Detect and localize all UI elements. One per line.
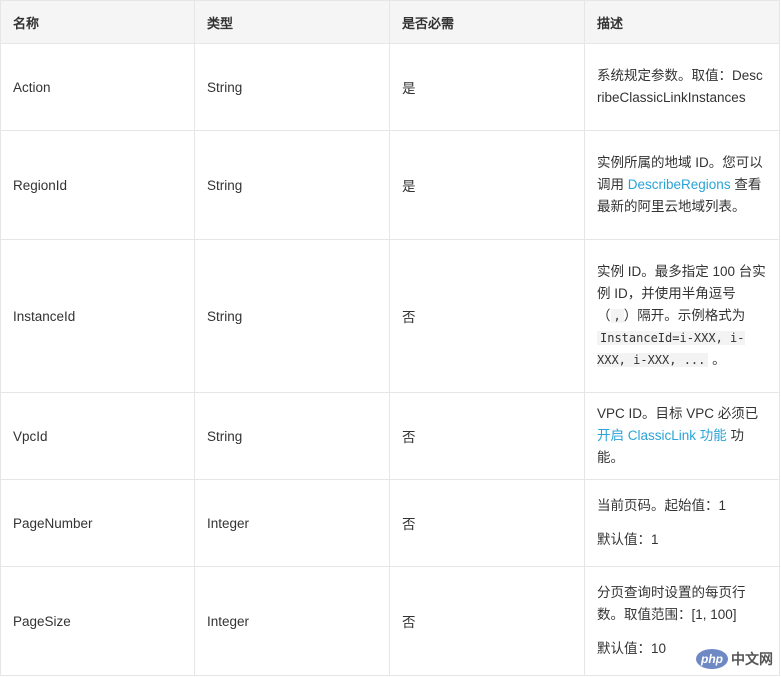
description-text: 分页查询时设置的每页行数。取值范围：[1, 100] xyxy=(597,585,746,622)
description-text: 系统规定参数。取值：DescribeClassicLinkInstances xyxy=(597,68,763,105)
param-type: Integer xyxy=(194,566,390,676)
param-name: PageNumber xyxy=(0,479,195,567)
param-required: 否 xyxy=(389,392,585,480)
param-name: Action xyxy=(0,43,195,131)
table-row: PageSize Integer 否 分页查询时设置的每页行数。取值范围：[1,… xyxy=(0,566,780,676)
describe-regions-link[interactable]: DescribeRegions xyxy=(628,177,731,192)
param-name: RegionId xyxy=(0,130,195,240)
php-logo-icon: php xyxy=(696,649,728,669)
param-description: 实例所属的地域 ID。您可以调用 DescribeRegions 查看最新的阿里… xyxy=(584,130,780,240)
table-row: InstanceId String 否 实例 ID。最多指定 100 台实例 I… xyxy=(0,239,780,393)
header-required: 是否必需 xyxy=(389,0,585,44)
param-description: 系统规定参数。取值：DescribeClassicLinkInstances xyxy=(584,43,780,131)
description-text: 当前页码。起始值：1 xyxy=(597,498,727,513)
param-required: 否 xyxy=(389,566,585,676)
table-row: VpcId String 否 VPC ID。目标 VPC 必须已开启 Class… xyxy=(0,392,780,480)
default-value-text: 默认值：1 xyxy=(597,532,659,547)
param-required: 否 xyxy=(389,239,585,393)
table-row: RegionId String 是 实例所属的地域 ID。您可以调用 Descr… xyxy=(0,130,780,240)
param-description: 实例 ID。最多指定 100 台实例 ID，并使用半角逗号（, ）隔开。示例格式为… xyxy=(584,239,780,393)
comma-code: , xyxy=(610,309,624,323)
param-type: String xyxy=(194,392,390,480)
description-text: 。 xyxy=(708,352,726,367)
description-text: ）隔开。示例格式为 xyxy=(623,308,746,323)
site-watermark: php 中文网 xyxy=(696,649,773,669)
param-required: 是 xyxy=(389,43,585,131)
header-type: 类型 xyxy=(194,0,390,44)
param-description: VPC ID。目标 VPC 必须已开启 ClassicLink 功能 功能。 xyxy=(584,392,780,480)
parameters-table: 名称 类型 是否必需 描述 Action String 是 系统规定参数。取值：… xyxy=(0,0,780,676)
param-required: 否 xyxy=(389,479,585,567)
header-description: 描述 xyxy=(584,0,780,44)
param-name: PageSize xyxy=(0,566,195,676)
param-description: 当前页码。起始值：1 默认值：1 xyxy=(584,479,780,567)
table-row: Action String 是 系统规定参数。取值：DescribeClassi… xyxy=(0,43,780,131)
watermark-text: 中文网 xyxy=(731,651,773,667)
param-required: 是 xyxy=(389,130,585,240)
param-type: Integer xyxy=(194,479,390,567)
param-type: String xyxy=(194,239,390,393)
description-text: VPC ID。目标 VPC 必须已 xyxy=(597,406,759,421)
param-name: VpcId xyxy=(0,392,195,480)
param-name: InstanceId xyxy=(0,239,195,393)
header-name: 名称 xyxy=(0,0,195,44)
classiclink-link[interactable]: 开启 ClassicLink 功能 xyxy=(597,428,727,443)
param-type: String xyxy=(194,43,390,131)
table-header-row: 名称 类型 是否必需 描述 xyxy=(0,0,780,44)
table-row: PageNumber Integer 否 当前页码。起始值：1 默认值：1 xyxy=(0,479,780,567)
param-type: String xyxy=(194,130,390,240)
